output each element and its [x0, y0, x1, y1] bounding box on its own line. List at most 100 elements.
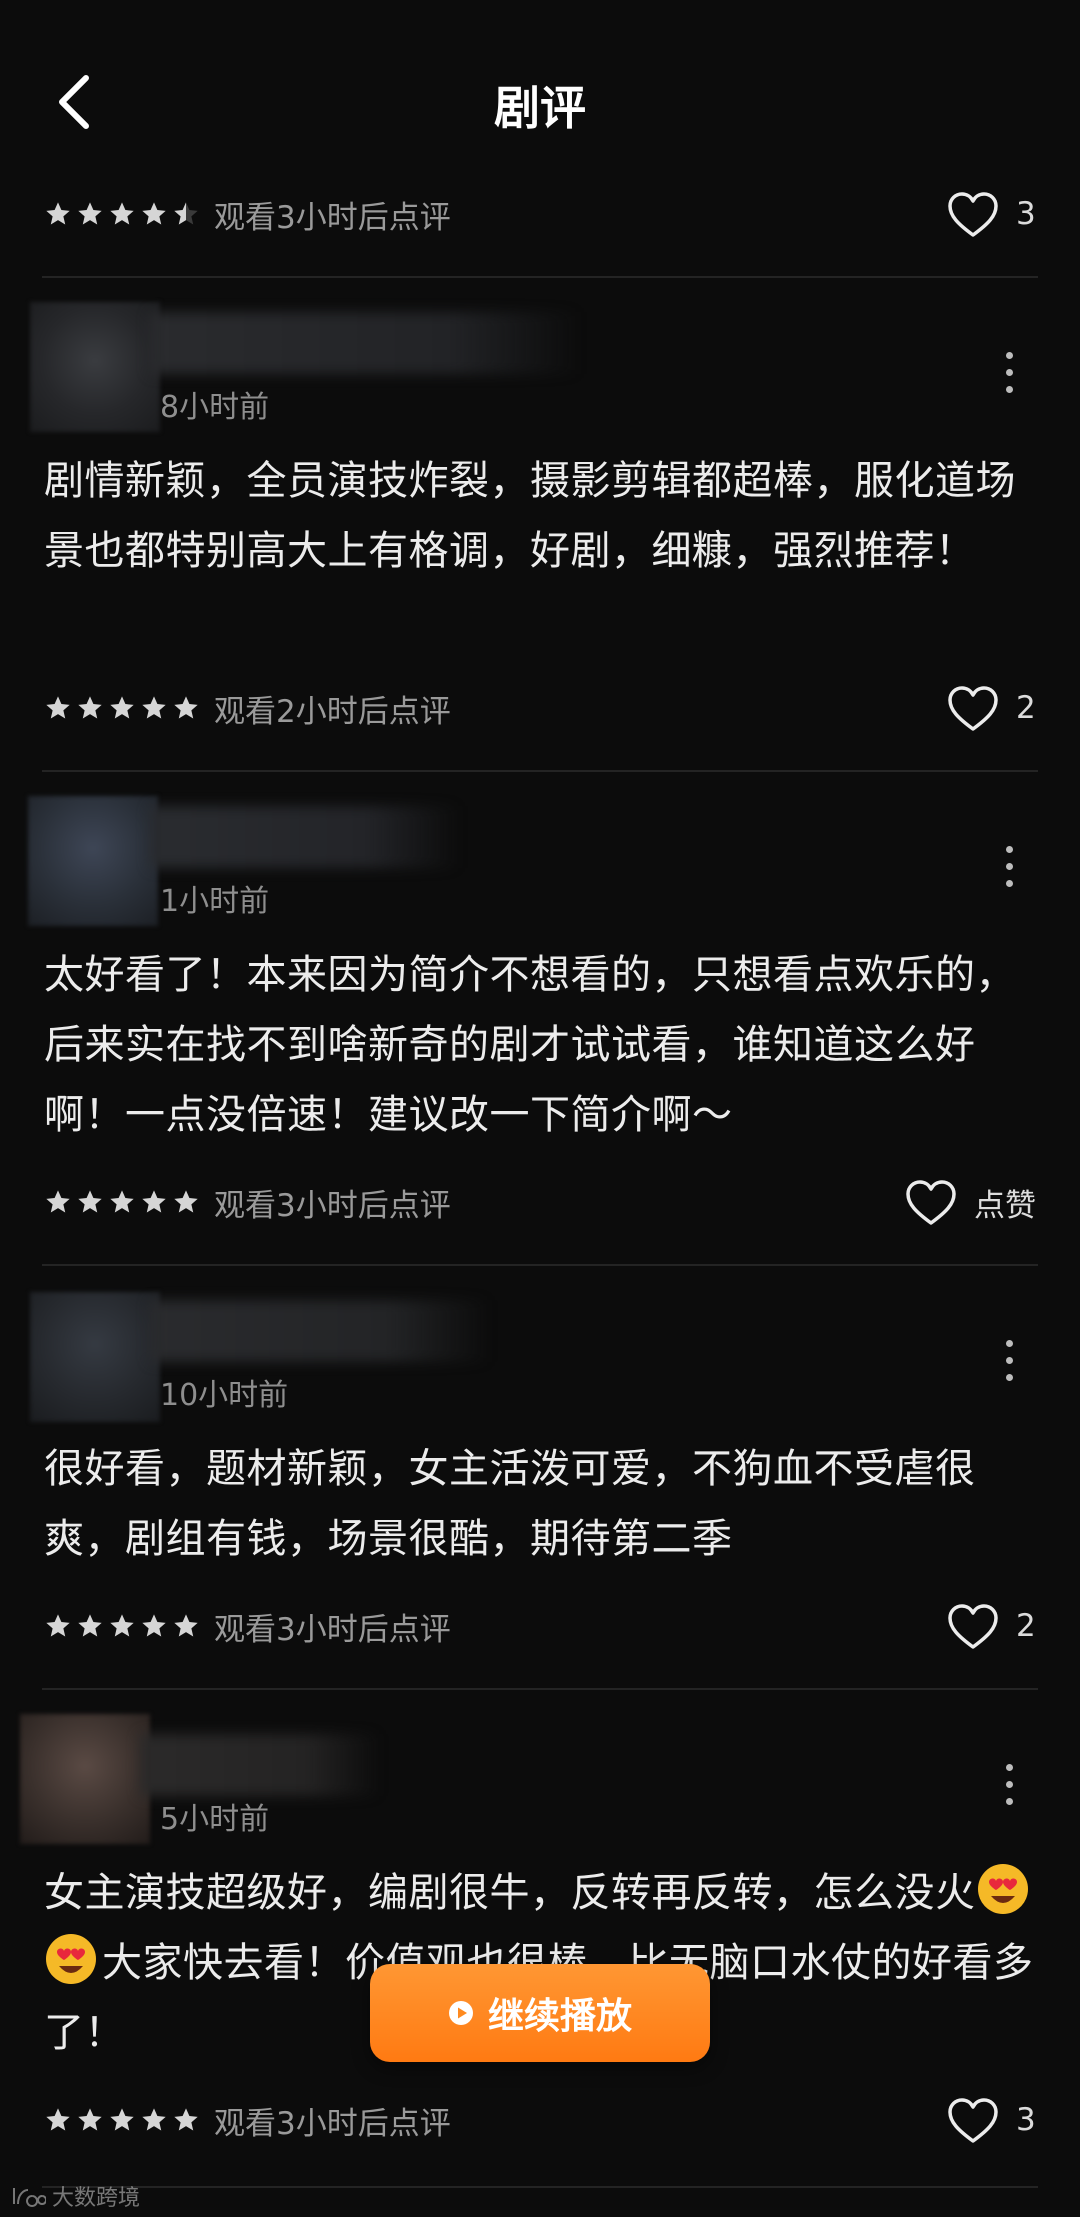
like-button[interactable]: 2 — [946, 1601, 1036, 1651]
review-time: 5小时前 — [160, 1802, 270, 1837]
heart-icon — [948, 192, 998, 237]
more-options-button[interactable] — [994, 342, 1024, 402]
more-dot — [1005, 351, 1013, 359]
like-count: 3 — [1016, 2102, 1036, 2138]
watch-note: 观看3小时后点评 — [214, 2105, 451, 2142]
review-meta-row: 观看3小时后点评 2 — [44, 1594, 1036, 1658]
more-dot — [1005, 845, 1013, 853]
review-text-part: 女主演技超级好，编剧很牛，反转再反转，怎么没火 — [44, 1870, 976, 1916]
star-icon — [46, 2108, 70, 2131]
star-icon — [142, 1190, 166, 1213]
heart-icon — [948, 2098, 998, 2143]
header: 剧评 — [0, 0, 1080, 200]
more-dot — [1005, 368, 1013, 376]
continue-play-button[interactable]: 继续播放 — [370, 1964, 710, 2062]
divider — [42, 276, 1038, 278]
like-button[interactable]: 点赞 — [904, 1177, 1036, 1227]
play-icon — [448, 2001, 473, 2025]
watermark-logo-icon — [13, 2188, 46, 2207]
like-count: 2 — [1016, 1608, 1036, 1644]
like-button[interactable]: 3 — [946, 189, 1036, 239]
star-icon — [110, 1190, 134, 1213]
avatar[interactable] — [20, 1714, 150, 1844]
username-blurred — [150, 806, 460, 868]
star-rating — [44, 200, 200, 228]
like-count: 3 — [1016, 196, 1036, 232]
avatar[interactable] — [30, 1292, 160, 1422]
username-blurred — [150, 1300, 490, 1362]
page-title: 剧评 — [494, 81, 586, 135]
star-icon — [46, 1190, 70, 1213]
review-meta-row: 观看2小时后点评 2 — [44, 676, 1036, 740]
more-dot — [1005, 862, 1013, 870]
more-dot — [1005, 1356, 1013, 1364]
star-icon — [78, 696, 102, 719]
more-options-button[interactable] — [994, 1330, 1024, 1390]
divider — [42, 1264, 1038, 1266]
divider — [42, 770, 1038, 772]
star-icon — [78, 202, 102, 225]
watch-note: 观看2小时后点评 — [214, 693, 451, 730]
star-icon — [110, 2108, 134, 2131]
username-blurred — [140, 1734, 380, 1796]
more-dot — [1005, 1373, 1013, 1381]
like-count: 2 — [1016, 690, 1036, 726]
star-rating — [44, 1188, 200, 1216]
watch-note: 观看3小时后点评 — [214, 1611, 451, 1648]
star-icon — [174, 1190, 198, 1213]
star-icon — [110, 696, 134, 719]
more-options-button[interactable] — [994, 1754, 1024, 1814]
star-icon — [110, 1614, 134, 1637]
avatar[interactable] — [28, 796, 158, 926]
star-rating — [44, 2106, 200, 2134]
heart-icon — [948, 1604, 998, 1649]
star-icon — [78, 2108, 102, 2131]
like-count: 点赞 — [974, 1187, 1036, 1224]
more-options-button[interactable] — [994, 836, 1024, 896]
review-time: 10小时前 — [160, 1378, 289, 1413]
star-icon — [78, 1614, 102, 1637]
username-blurred — [150, 312, 580, 374]
star-icon — [174, 2108, 198, 2131]
review-text: 很好看，题材新颖，女主活泼可爱，不狗血不受虐很爽，剧组有钱，场景很酷，期待第二季 — [44, 1446, 976, 1562]
star-icon — [142, 2108, 166, 2131]
review-time: 8小时前 — [160, 390, 270, 425]
avatar[interactable] — [30, 302, 160, 432]
star-icon — [174, 1614, 198, 1637]
star-icon — [142, 202, 166, 225]
watch-note: 观看3小时后点评 — [214, 199, 451, 236]
like-button[interactable]: 2 — [946, 683, 1036, 733]
more-dot — [1005, 879, 1013, 887]
star-icon — [174, 696, 198, 719]
review-time: 1小时前 — [160, 884, 270, 919]
star-rating — [44, 694, 200, 722]
like-button[interactable]: 3 — [946, 2095, 1036, 2145]
review-meta-row: 观看3小时后点评 3 — [44, 2088, 1036, 2152]
star-icon — [142, 696, 166, 719]
watermark-text: 大数跨境 — [52, 2186, 141, 2211]
star-icon — [46, 202, 70, 225]
review-text: 太好看了！本来因为简介不想看的，只想看点欢乐的，后来实在找不到啥新奇的剧才试试看… — [44, 952, 1016, 1138]
half-star-icon — [174, 202, 198, 225]
heart-eyes-emoji-icon — [976, 1862, 1030, 1916]
watermark: 大数跨境 — [12, 2180, 140, 2212]
review-page: 剧评 观看3小时后点评 3 8小时前 剧情新颖，全员演技炸裂，摄影剪辑都超棒，服… — [0, 0, 1080, 2217]
star-icon — [78, 1190, 102, 1213]
more-dot — [1005, 1339, 1013, 1347]
review-text: 剧情新颖，全员演技炸裂，摄影剪辑都超棒，服化道场景也都特别高大上有格调，好剧，细… — [44, 458, 1016, 574]
heart-icon — [948, 686, 998, 731]
heart-eyes-emoji-icon — [44, 1932, 98, 1986]
more-dot — [1005, 1797, 1013, 1805]
watch-note: 观看3小时后点评 — [214, 1187, 451, 1224]
heart-icon — [906, 1180, 956, 1225]
more-dot — [1005, 1780, 1013, 1788]
divider — [42, 1688, 1038, 1690]
star-icon — [142, 1614, 166, 1637]
star-icon — [46, 1614, 70, 1637]
review-meta-row: 观看3小时后点评 3 — [44, 182, 1036, 246]
more-dot — [1005, 1763, 1013, 1771]
star-icon — [46, 696, 70, 719]
divider — [42, 2186, 1038, 2188]
more-dot — [1005, 385, 1013, 393]
star-icon — [110, 202, 134, 225]
